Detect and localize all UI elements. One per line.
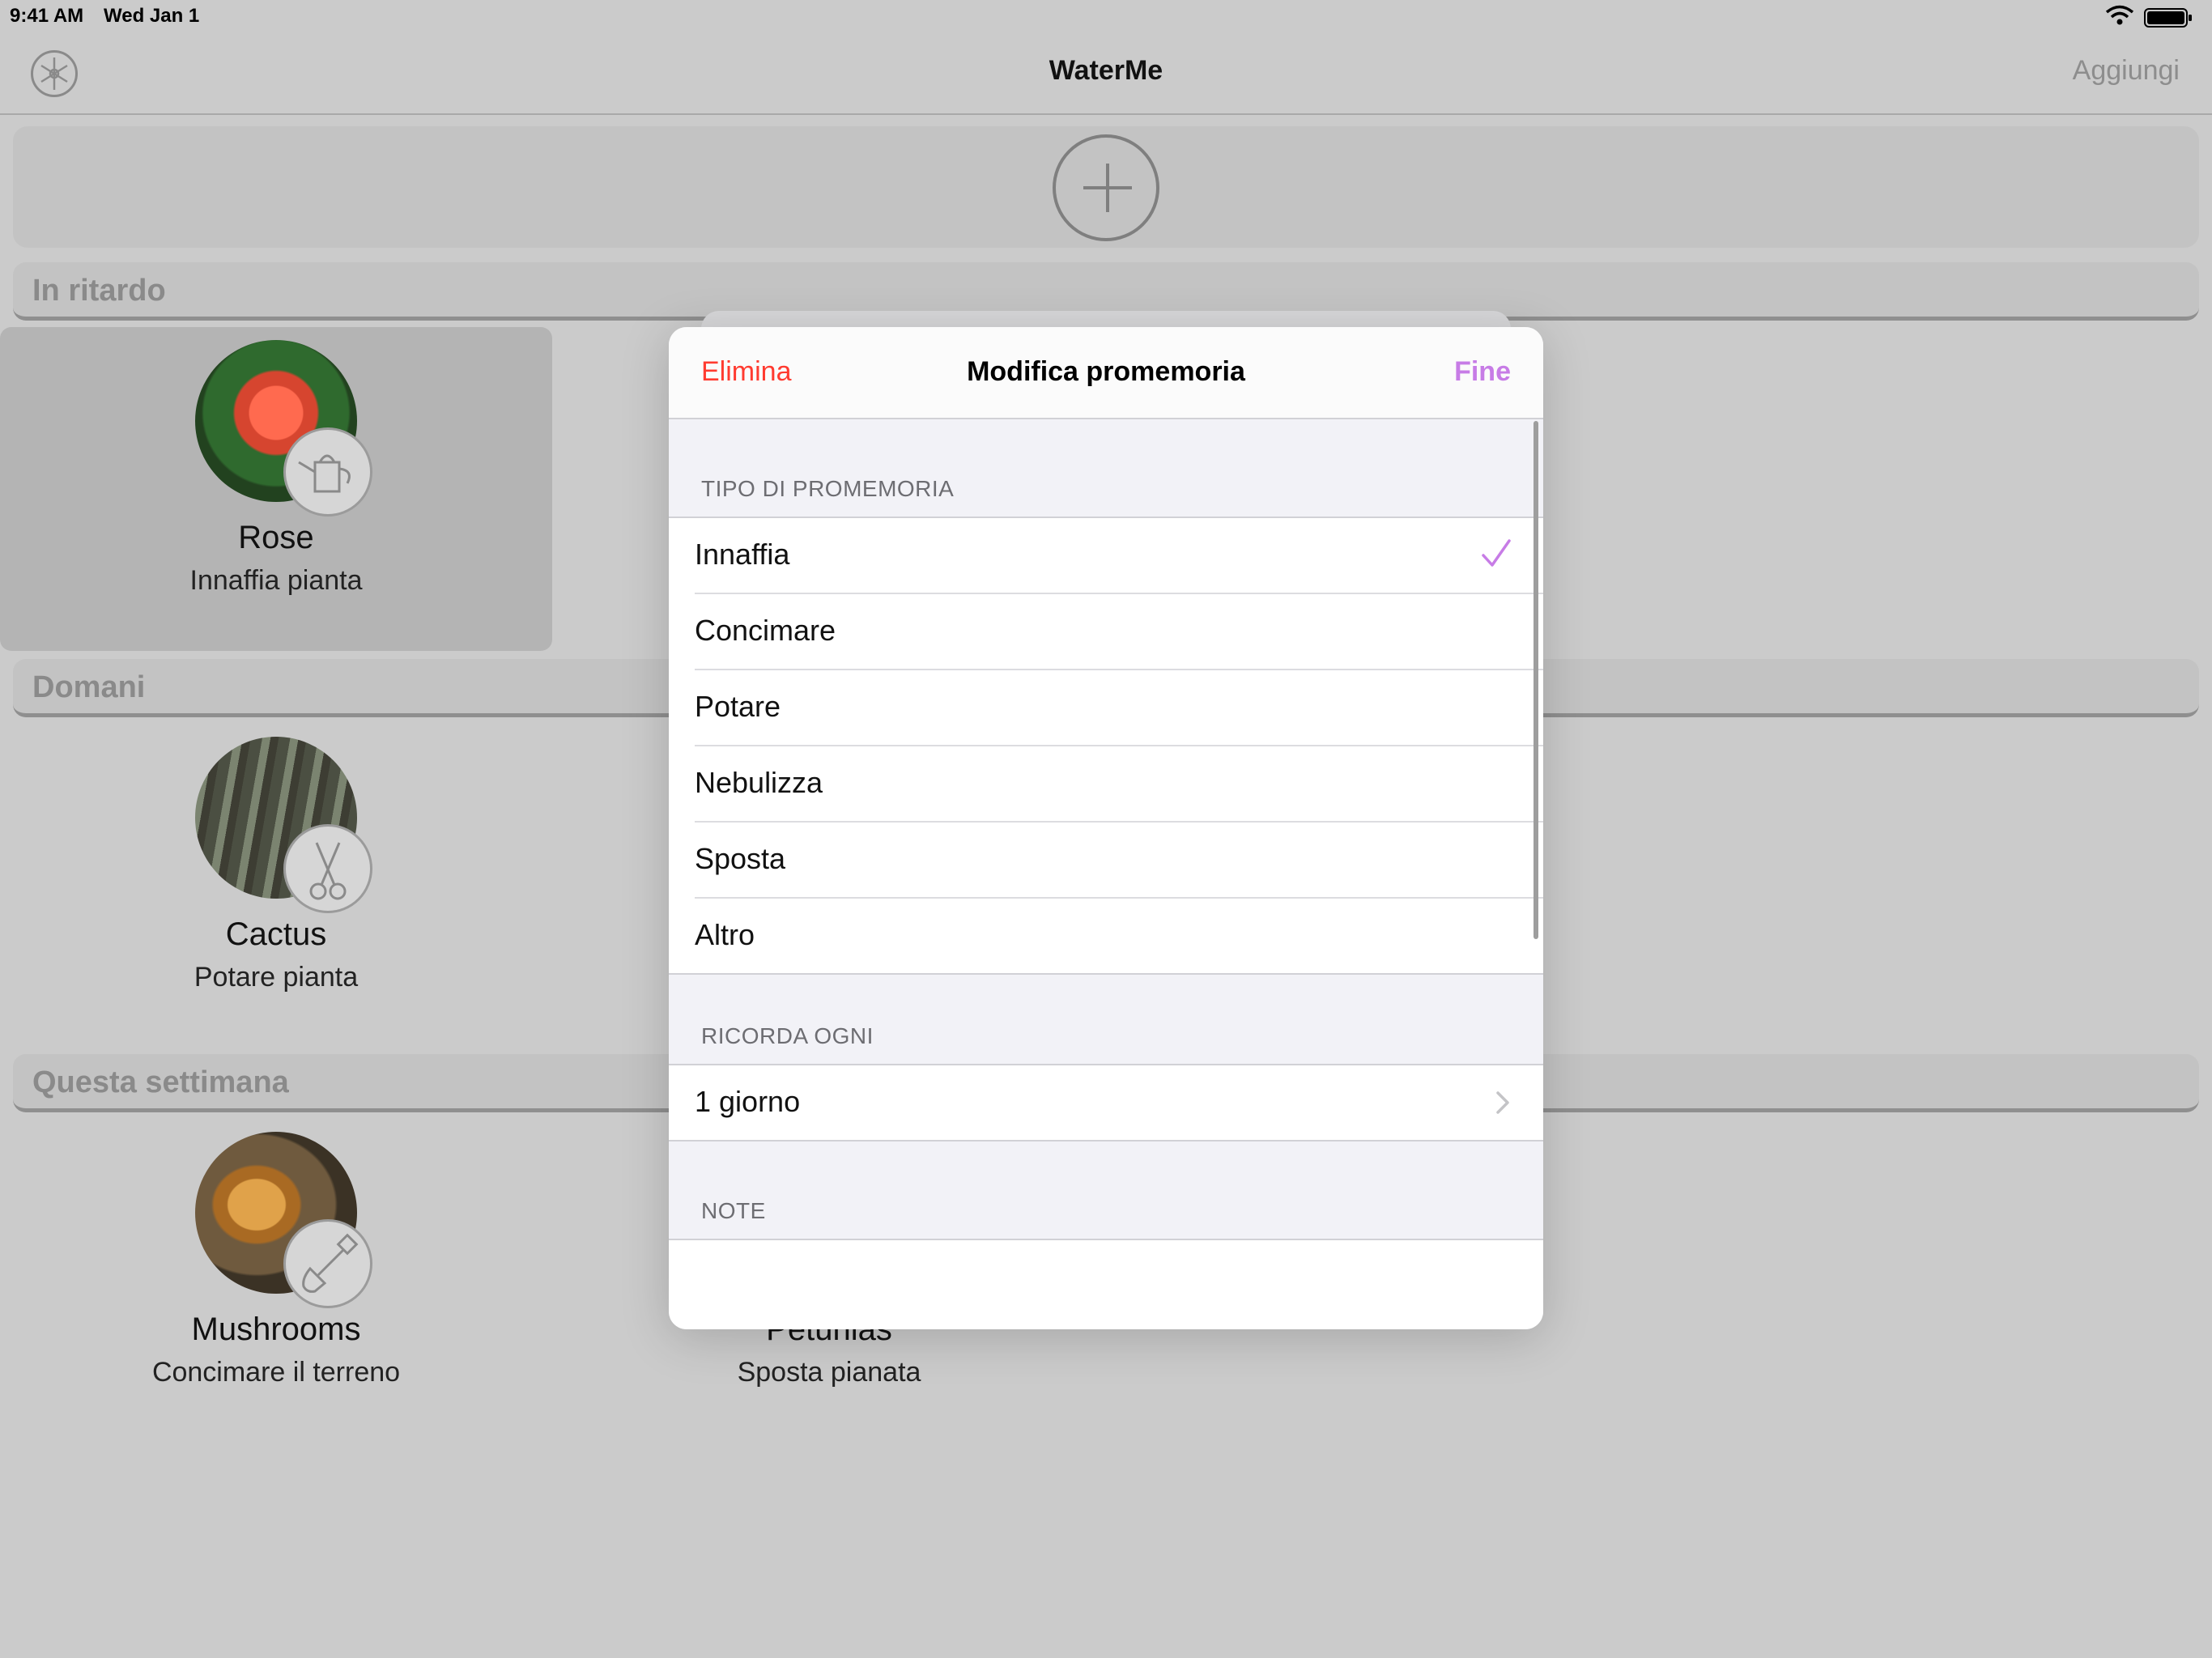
plant-task: Concimare il terreno — [151, 1357, 401, 1388]
plant-task: Sposta pianata — [737, 1357, 921, 1388]
plant-task: Innaffia pianta — [189, 565, 363, 596]
chevron-right-icon — [1496, 1091, 1509, 1114]
navigation-bar: WaterMe Aggiungi — [0, 32, 2212, 115]
sheet-title: Modifica promemoria — [967, 356, 1245, 387]
scissors-icon — [283, 824, 372, 913]
plant-name: Rose — [238, 520, 314, 555]
plus-icon[interactable] — [1053, 134, 1159, 241]
reminder-type-label: Nebulizza — [695, 766, 823, 799]
plant-name: Mushrooms — [191, 1312, 361, 1347]
notes-header: NOTE — [701, 1198, 766, 1223]
plant-task: Potare pianta — [194, 962, 359, 993]
reminder-type-row[interactable]: Altro — [695, 899, 1543, 973]
reminder-type-list: Innaffia Concimare Potare Nebulizza Spos… — [669, 517, 1543, 975]
reminder-type-row[interactable]: Innaffia — [695, 518, 1543, 594]
interval-row[interactable]: 1 giorno — [695, 1065, 1543, 1140]
battery-icon — [2144, 8, 2192, 28]
interval-header: RICORDA OGNI — [701, 1023, 874, 1048]
sheet-header: Elimina Modifica promemoria Fine — [669, 327, 1543, 419]
done-button[interactable]: Fine — [1454, 356, 1511, 388]
reminder-type-header: TIPO DI PROMEMORIA — [701, 476, 955, 501]
scrollbar[interactable] — [1534, 421, 1538, 939]
interval-list: 1 giorno — [669, 1064, 1543, 1141]
status-time: 9:41 AM — [10, 5, 84, 27]
checkmark-icon — [1482, 539, 1511, 567]
section-title: Domani — [32, 670, 146, 704]
status-bar: 9:41 AM Wed Jan 1 — [0, 0, 2212, 32]
reminder-type-row[interactable]: Concimare — [695, 594, 1543, 670]
reminder-type-label: Altro — [695, 918, 755, 951]
reminder-type-row[interactable]: Potare — [695, 670, 1543, 746]
app-title: WaterMe — [1049, 55, 1163, 86]
reminder-type-label: Concimare — [695, 614, 836, 647]
edit-reminder-sheet: Elimina Modifica promemoria Fine TIPO DI… — [669, 327, 1543, 1329]
status-date: Wed Jan 1 — [104, 5, 200, 27]
shovel-icon — [283, 1219, 372, 1308]
reminder-type-row[interactable]: Nebulizza — [695, 746, 1543, 823]
section-title: Questa settimana — [32, 1065, 289, 1099]
section-title: In ritardo — [32, 274, 166, 308]
reminder-type-label: Sposta — [695, 842, 786, 875]
wifi-icon — [2105, 5, 2134, 25]
add-button[interactable]: Aggiungi — [2073, 55, 2180, 87]
reminder-type-label: Potare — [695, 690, 781, 723]
watering-can-icon — [283, 427, 372, 517]
reminder-type-row[interactable]: Sposta — [695, 823, 1543, 899]
plant-name: Cactus — [225, 916, 327, 952]
notes-field[interactable] — [669, 1239, 1543, 1329]
interval-value: 1 giorno — [695, 1085, 801, 1118]
reminder-type-label: Innaffia — [695, 538, 790, 571]
